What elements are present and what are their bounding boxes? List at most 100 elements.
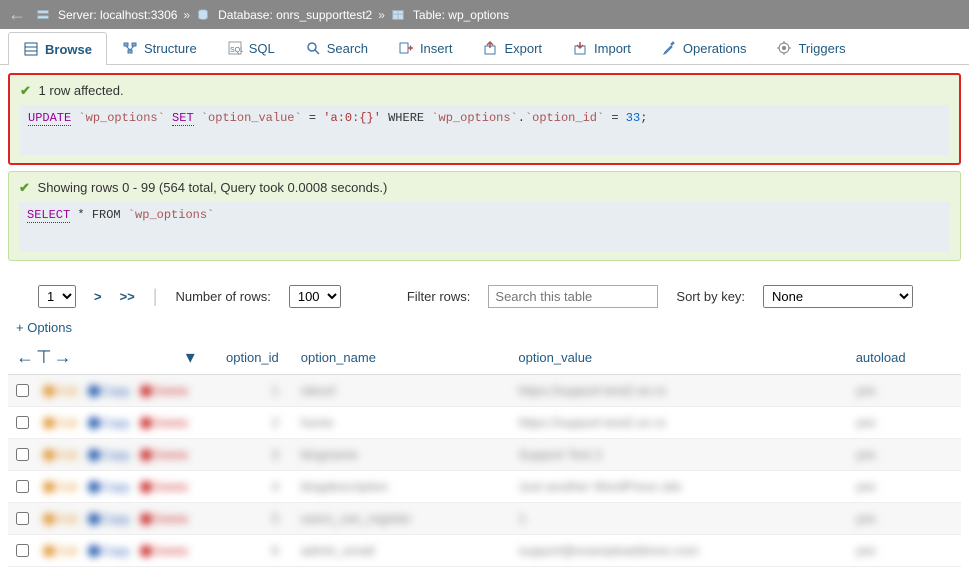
cell-autoload: yes [856, 543, 876, 558]
tab-insert[interactable]: Insert [383, 31, 468, 64]
edit-link[interactable]: Edit [43, 384, 78, 398]
cell-option-id: 4 [272, 479, 279, 494]
divider: | [153, 286, 158, 307]
sort-label: Sort by key: [676, 289, 745, 304]
svg-text:SQL: SQL [230, 47, 243, 54]
edit-link[interactable]: Edit [43, 544, 78, 558]
back-arrow-icon[interactable]: ← [8, 4, 26, 25]
edit-link[interactable]: Edit [43, 448, 78, 462]
row-checkbox[interactable] [16, 480, 29, 493]
table-row: EditCopyDelete2homehttps://support-test2… [8, 407, 961, 439]
cell-option-name: home [301, 415, 334, 430]
cell-option-id: 6 [272, 543, 279, 558]
cell-autoload: yes [856, 415, 876, 430]
breadcrumb-sep: » [378, 8, 385, 22]
row-checkbox[interactable] [16, 544, 29, 557]
cell-option-value: 1 [518, 511, 525, 526]
tabs: Browse Structure SQLSQL Search Insert Ex… [0, 29, 969, 65]
pagination-controls: 1 > >> | Number of rows: 100 Filter rows… [8, 267, 961, 316]
sql-query-select: SELECT * FROM `wp_options` [19, 202, 950, 228]
cell-autoload: yes [856, 479, 876, 494]
edit-link[interactable]: Edit [43, 512, 78, 526]
delete-link[interactable]: Delete [140, 544, 189, 558]
col-autoload[interactable]: autoload [848, 341, 961, 375]
next-page-button[interactable]: > [94, 289, 102, 304]
browse-icon [23, 41, 39, 57]
col-option-name[interactable]: option_name [293, 341, 511, 375]
table-row: Edit Copy Delete 6 admin_email support@exampl… [8, 535, 961, 567]
operations-icon [661, 40, 677, 56]
row-checkbox[interactable] [16, 448, 29, 461]
breadcrumb-server[interactable]: Server: localhost:3306 [58, 8, 177, 22]
cell-autoload: yes [856, 511, 876, 526]
breadcrumb-database[interactable]: Database: onrs_supporttest2 [218, 8, 372, 22]
delete-link[interactable]: Delete [140, 480, 189, 494]
delete-link[interactable]: Delete [140, 448, 189, 462]
row-checkbox[interactable] [16, 384, 29, 397]
export-icon [482, 40, 498, 56]
tab-operations[interactable]: Operations [646, 31, 762, 64]
server-icon [36, 8, 50, 22]
row-tools-header: ←⊤→ ▾ [8, 341, 218, 375]
num-rows-select[interactable]: 100 [289, 285, 341, 308]
affected-rows-message: ✔ 1 row affected. UPDATE `wp_options` SE… [8, 73, 961, 165]
cell-option-name: siteurl [301, 383, 336, 398]
last-page-button[interactable]: >> [120, 289, 135, 304]
sort-select[interactable]: None [763, 285, 913, 308]
tab-search[interactable]: Search [290, 31, 383, 64]
filter-label: Filter rows: [407, 289, 471, 304]
breadcrumb-sep: » [183, 8, 190, 22]
cell-option-id: 3 [272, 447, 279, 462]
options-toggle[interactable]: + Options [8, 316, 80, 339]
delete-link[interactable]: Delete [140, 512, 189, 526]
delete-link[interactable]: Delete [140, 416, 189, 430]
row-checkbox[interactable] [16, 416, 29, 429]
table-row: EditCopyDelete1siteurlhttps://support-te… [8, 375, 961, 407]
num-rows-label: Number of rows: [175, 289, 270, 304]
copy-link[interactable]: Copy [88, 384, 130, 398]
cell-option-id: 2 [272, 415, 279, 430]
sql-icon: SQL [227, 40, 243, 56]
delete-link[interactable]: Delete [140, 384, 189, 398]
table-row: Edit Copy Delete 3 blogname Support Test 2 yes [8, 439, 961, 471]
cell-autoload: yes [856, 383, 876, 398]
copy-link[interactable]: Copy [88, 544, 130, 558]
tab-browse[interactable]: Browse [8, 32, 107, 65]
tab-export[interactable]: Export [467, 31, 557, 64]
cell-option-id: 5 [272, 511, 279, 526]
filter-input[interactable] [488, 285, 658, 308]
copy-link[interactable]: Copy [88, 448, 130, 462]
cell-option-name: admin_email [301, 543, 375, 558]
breadcrumb: ← Server: localhost:3306 » Database: onr… [0, 0, 969, 29]
tab-triggers[interactable]: Triggers [761, 31, 860, 64]
breadcrumb-table[interactable]: Table: wp_options [413, 8, 509, 22]
tab-structure[interactable]: Structure [107, 31, 212, 64]
tab-import[interactable]: Import [557, 31, 646, 64]
copy-link[interactable]: Copy [88, 416, 130, 430]
table-row: Edit Copy Delete 4 blogdescription Just anoth… [8, 471, 961, 503]
message-text: Showing rows 0 - 99 (564 total, Query to… [38, 180, 388, 195]
cell-autoload: yes [856, 447, 876, 462]
cell-option-name: blogdescription [301, 479, 388, 494]
copy-link[interactable]: Copy [88, 512, 130, 526]
sql-query-update: UPDATE `wp_options` SET `option_value` =… [20, 105, 949, 131]
database-icon [196, 8, 210, 22]
cell-option-value: Support Test 2 [518, 447, 602, 462]
triggers-icon [776, 40, 792, 56]
edit-link[interactable]: Edit [43, 480, 78, 494]
col-option-id[interactable]: option_id [218, 341, 293, 375]
copy-link[interactable]: Copy [88, 480, 130, 494]
row-checkbox[interactable] [16, 512, 29, 525]
page-select[interactable]: 1 [38, 285, 76, 308]
cell-option-value: support@exampleaddress.com [518, 543, 698, 558]
cell-option-name: blogname [301, 447, 358, 462]
col-option-value[interactable]: option_value [510, 341, 847, 375]
import-icon [572, 40, 588, 56]
search-icon [305, 40, 321, 56]
showing-rows-message: ✔ Showing rows 0 - 99 (564 total, Query … [8, 171, 961, 261]
edit-link[interactable]: Edit [43, 416, 78, 430]
cell-option-value: Just another WordPress site [518, 479, 681, 494]
results-table: ←⊤→ ▾ option_id option_name option_value… [8, 341, 961, 567]
check-icon: ✔ [19, 180, 30, 195]
tab-sql[interactable]: SQLSQL [212, 31, 290, 64]
